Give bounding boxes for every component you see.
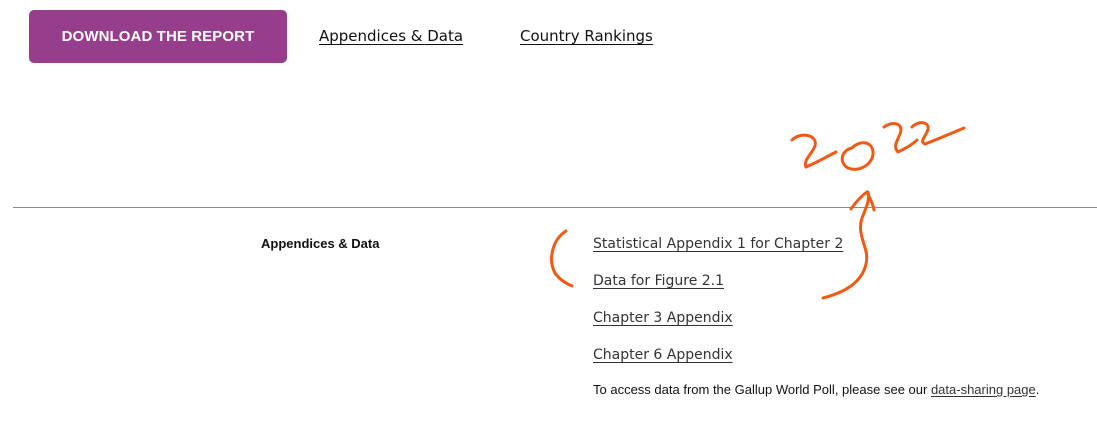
link-data-figure-2-1[interactable]: Data for Figure 2.1 xyxy=(593,273,724,289)
link-chapter-6-appendix[interactable]: Chapter 6 Appendix xyxy=(593,347,733,363)
section-divider xyxy=(13,207,1097,208)
link-statistical-appendix-chapter-2[interactable]: Statistical Appendix 1 for Chapter 2 xyxy=(593,236,843,252)
annotation-digit-2-second xyxy=(882,122,919,154)
handwritten-annotation xyxy=(550,121,966,300)
access-note-text: To access data from the Gallup World Pol… xyxy=(593,382,931,397)
section-title: Appendices & Data xyxy=(261,236,380,251)
appendix-link-list: Statistical Appendix 1 for Chapter 2 Dat… xyxy=(593,234,843,382)
list-item: Data for Figure 2.1 xyxy=(593,271,843,308)
list-item: Chapter 3 Appendix xyxy=(593,308,843,345)
annotation-bracket xyxy=(550,229,574,288)
annotation-digit-0 xyxy=(840,141,875,171)
gallup-access-note: To access data from the Gallup World Pol… xyxy=(593,382,1039,397)
access-note-period: . xyxy=(1035,382,1040,397)
list-item: Statistical Appendix 1 for Chapter 2 xyxy=(593,234,843,271)
data-sharing-page-link[interactable]: data-sharing page xyxy=(931,382,1036,397)
annotation-digit-2-third xyxy=(910,121,966,146)
nav-link-country-rankings[interactable]: Country Rankings xyxy=(520,27,653,45)
link-chapter-3-appendix[interactable]: Chapter 3 Appendix xyxy=(593,310,733,326)
download-report-button[interactable]: DOWNLOAD THE REPORT xyxy=(29,10,287,63)
annotation-digit-2-first xyxy=(790,133,838,169)
list-item: Chapter 6 Appendix xyxy=(593,345,843,382)
nav-link-appendices-data[interactable]: Appendices & Data xyxy=(319,27,463,45)
